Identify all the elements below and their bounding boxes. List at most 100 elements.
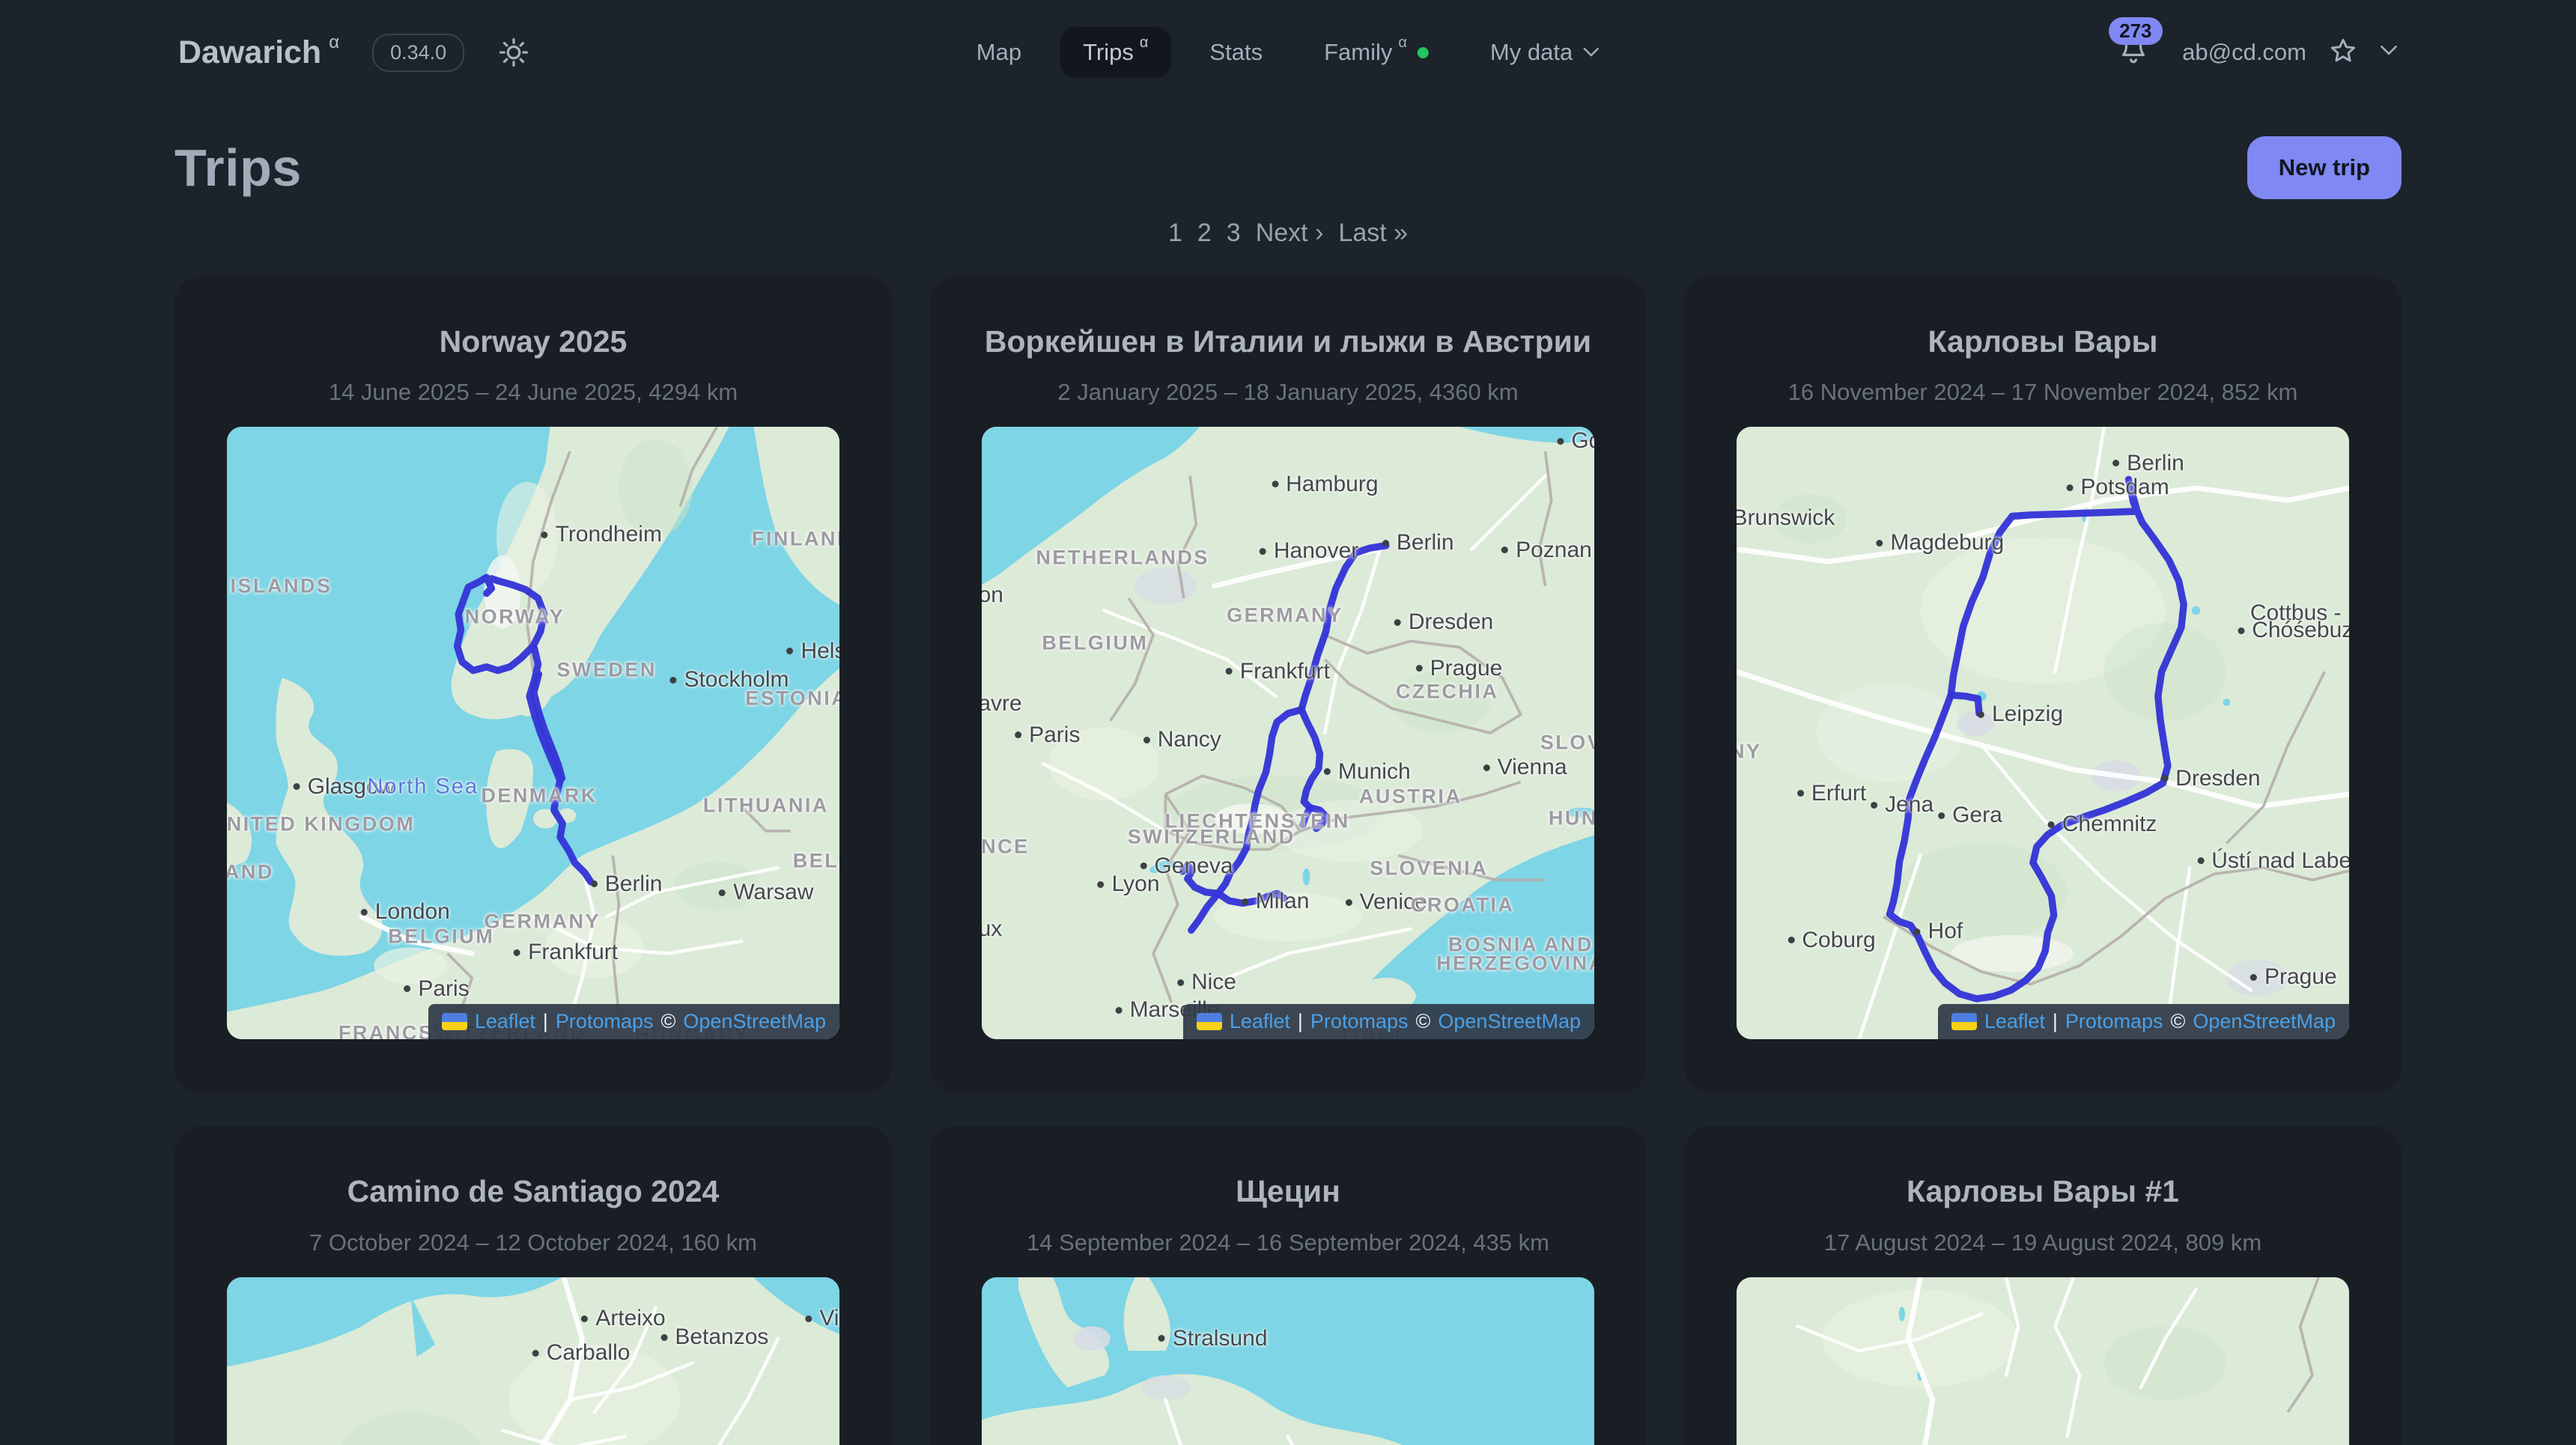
map-label-country: NORWAY [465,606,565,629]
map-label-city: Milan [1242,889,1310,914]
map-label-city: Warsaw [719,880,813,905]
map-label-city: Jena [1871,792,1933,818]
app-logo[interactable]: Dawarichα [178,34,339,71]
map-label-cut: avre [982,691,1022,717]
trip-card: Карловы Вары 16 November 2024 – 17 Novem… [1684,276,2402,1093]
notifications-count-badge: 273 [2109,17,2162,45]
osm-link[interactable]: OpenStreetMap [683,1010,826,1033]
map-labels: Stralsund [982,1277,1594,1445]
ukraine-flag-icon [1951,1013,1977,1030]
trip-dates: 16 November 2024 – 17 November 2024, 852… [1737,379,2349,406]
map-label-city: Lyon [1098,871,1160,897]
trip-map[interactable]: GdHamburgNETHERLANDSHanoverBerlinPoznano… [982,427,1594,1039]
map-label-city: Poznan [1501,538,1592,563]
family-online-dot [1418,47,1429,58]
map-label-city: Berlin [1382,530,1454,556]
main-nav: Map Tripsα Stats Familyα My data [954,27,1622,78]
trip-title[interactable]: Щецин [1236,1169,1340,1214]
app-name: Dawarich [178,34,321,70]
pagination-next-link[interactable]: Next › [1256,219,1324,247]
map-label-city: Betanzos [660,1324,768,1350]
trip-dates: 14 September 2024 – 16 September 2024, 4… [982,1229,1594,1256]
page-number-link[interactable]: 3 [1227,219,1241,247]
attribution-copyright: © [660,1010,675,1033]
user-menu-button[interactable] [2380,45,2398,60]
theme-toggle-button[interactable] [497,36,530,69]
nav-my-data[interactable]: My data [1468,27,1622,78]
map-label-city: Munich [1324,759,1411,785]
map-label-city: Ústí nad Labem [2197,848,2349,874]
trip-dates: 17 August 2024 – 19 August 2024, 809 km [1737,1229,2349,1256]
trip-card: Щецин 14 September 2024 – 16 September 2… [929,1126,1647,1445]
map-attribution: Leaflet | Protomaps © OpenStreetMap [428,1004,839,1039]
trip-map[interactable]: Stralsund Leaflet | Protomaps © OpenStre… [982,1277,1594,1445]
map-label-city: Potsdam [2066,475,2169,500]
pagination: 123Next ›Last » [174,219,2402,248]
leaflet-link[interactable]: Leaflet [475,1010,535,1033]
map-label-city: Paris [404,976,469,1002]
map-labels [1737,1277,2349,1445]
map-label-city: Leipzig [1978,702,2063,727]
trip-map[interactable]: Leaflet | Protomaps © OpenStreetMap [1737,1277,2349,1445]
map-label-country: BELA [793,849,839,872]
map-label-city: Dresden [2161,766,2260,791]
new-trip-button[interactable]: New trip [2247,136,2402,199]
map-label-city: Vienna [1483,755,1567,780]
map-label-city: Arteixo [581,1306,665,1331]
map-label-city: Hof [1914,919,1963,944]
osm-link[interactable]: OpenStreetMap [2193,1010,2336,1033]
map-label-country: UNITED KINGDOM [227,812,415,836]
map-label-city: Berlin [2112,451,2184,476]
attribution-copyright: © [1415,1010,1430,1033]
map-labels: GdHamburgNETHERLANDSHanoverBerlinPoznano… [982,427,1594,1039]
nav-map[interactable]: Map [954,27,1044,78]
map-label-city: Hanover [1260,538,1358,564]
sun-icon [497,36,530,69]
notifications-button[interactable]: 273 [2116,34,2151,72]
trip-map[interactable]: ArteixoBetanzosVilaCarballo Leaflet | Pr… [227,1277,839,1445]
protomaps-link[interactable]: Protomaps [556,1010,654,1033]
trip-title[interactable]: Norway 2025 [440,320,628,364]
protomaps-link[interactable]: Protomaps [2065,1010,2163,1033]
nav-family-alpha: α [1398,34,1407,52]
map-label-city: Vila [805,1306,839,1331]
leaflet-link[interactable]: Leaflet [1230,1010,1290,1033]
attribution-separator: | [2053,1010,2058,1033]
map-label-city: Frankfurt [514,940,618,965]
trip-title[interactable]: Карловы Вары #1 [1907,1169,2179,1214]
nav-trips[interactable]: Tripsα [1060,27,1170,78]
map-label-country: ESTONIA [745,687,839,710]
map-label-country: DENMARK [481,784,598,807]
map-label-city: Nice [1177,970,1236,995]
trip-title[interactable]: Camino de Santiago 2024 [347,1169,720,1214]
map-label-cut: Brunswick [1737,505,1835,531]
trip-title[interactable]: Воркейшен в Италии и лыжи в Австрии [985,320,1591,364]
nav-stats[interactable]: Stats [1187,27,1285,78]
nav-trips-alpha: α [1140,34,1149,52]
map-label-country: LITHUANIA [703,794,829,817]
leaflet-link[interactable]: Leaflet [1984,1010,2045,1033]
map-label-cut: on [982,582,1003,608]
map-label-country: FINLAND [752,528,839,551]
map-label-country: CZECHIA [1396,680,1499,703]
map-label-country: LAND [227,861,274,884]
map-label-city: Prague [2250,964,2337,990]
map-label-country: SWITZERLAND [1128,825,1295,848]
osm-link[interactable]: OpenStreetMap [1438,1010,1581,1033]
trip-cards-grid: Norway 2025 14 June 2025 – 24 June 2025,… [174,276,2402,1445]
map-label-country: BELGIUM [1042,632,1148,655]
ukraine-flag-icon [442,1013,467,1030]
trip-dates: 14 June 2025 – 24 June 2025, 4294 km [227,379,839,406]
trip-map[interactable]: E ISLANDSTrondheimFINLANDNORWAYSWEDENHel… [227,427,839,1039]
trip-map[interactable]: BerlinPotsdamBrunswickMagdeburgCottbus -… [1737,427,2349,1039]
protomaps-link[interactable]: Protomaps [1310,1010,1409,1033]
trip-title[interactable]: Карловы Вары [1928,320,2158,364]
map-label-city: Berlin [591,871,663,897]
pagination-last-link[interactable]: Last » [1338,219,1408,247]
map-label-city: Trondheim [541,522,662,547]
map-label-country: HUNG [1549,807,1594,830]
map-labels: ArteixoBetanzosVilaCarballo [227,1277,839,1445]
favorites-button[interactable] [2327,35,2359,70]
page-number-link[interactable]: 2 [1197,219,1212,247]
nav-family[interactable]: Familyα [1301,27,1451,78]
